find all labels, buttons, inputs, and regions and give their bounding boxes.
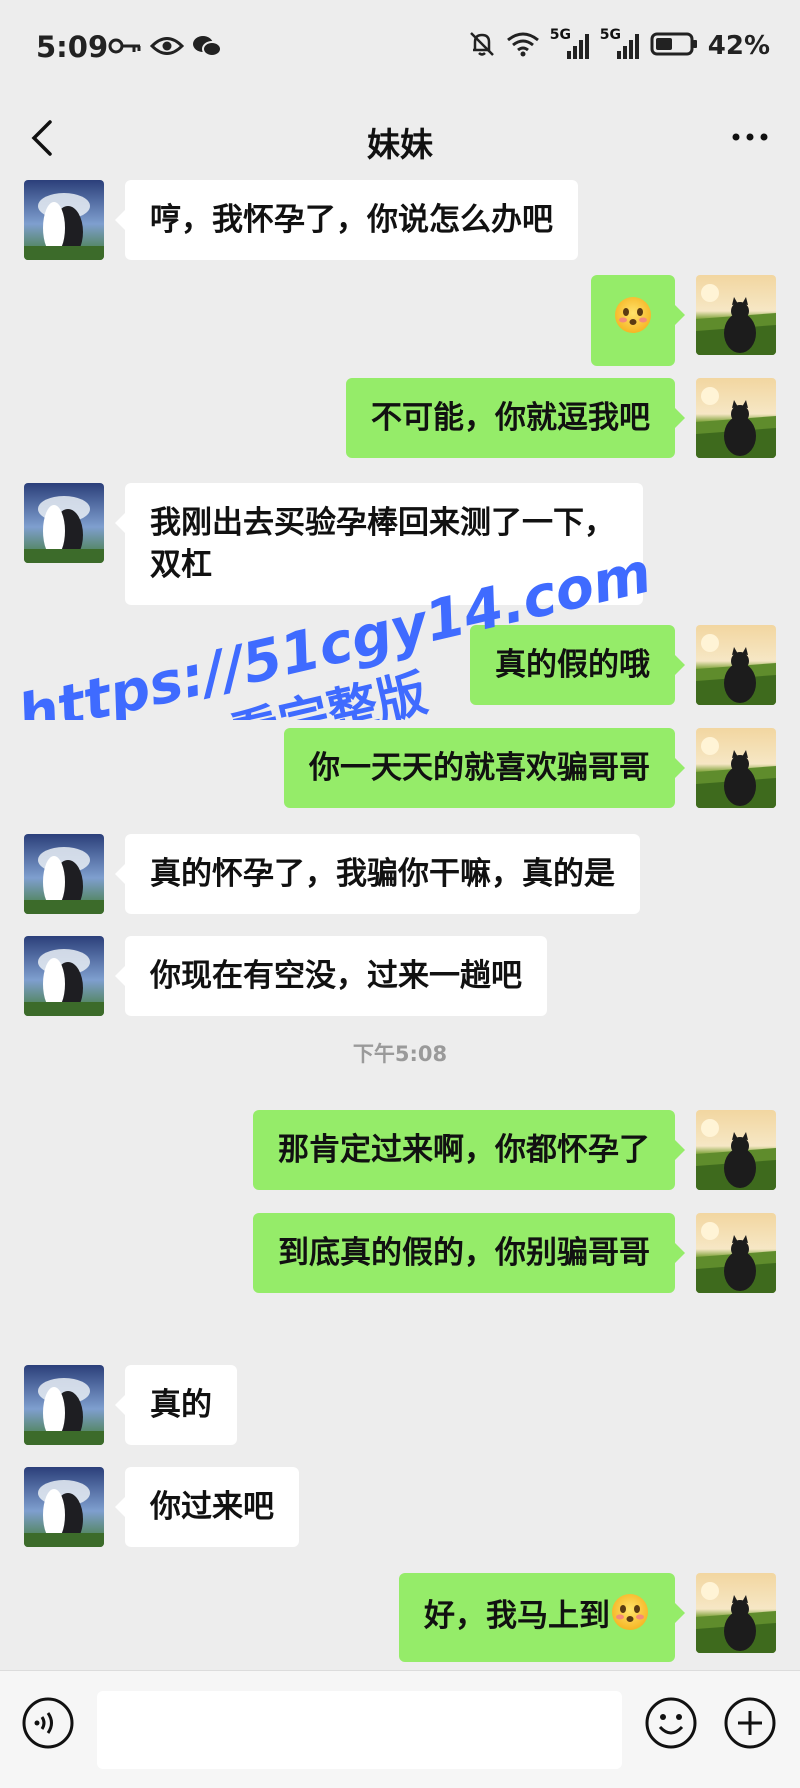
contact-avatar[interactable] <box>24 1365 104 1445</box>
chat-title: 妹妹 <box>367 125 433 164</box>
my-avatar[interactable] <box>696 728 776 808</box>
signal-icon: 5G <box>550 27 590 61</box>
message-text: 你过来吧 <box>150 1489 274 1525</box>
incoming-message-bubble[interactable]: 你过来吧 <box>115 1467 299 1547</box>
input-bar <box>0 1670 800 1788</box>
blush-emoji-icon <box>613 295 653 346</box>
my-avatar[interactable] <box>696 1573 776 1653</box>
emoji-icon[interactable] <box>643 1695 699 1755</box>
incoming-message-bubble[interactable]: 真的 <box>115 1365 237 1445</box>
outgoing-message-bubble[interactable]: 好，我马上到 <box>399 1573 685 1662</box>
outgoing-message-bubble[interactable]: 不可能，你就逗我吧 <box>346 378 685 458</box>
key-icon <box>108 36 142 60</box>
incoming-message-bubble[interactable]: 你现在有空没，过来一趟吧 <box>115 936 547 1016</box>
chat-messages[interactable]: 哼，我怀孕了，你说怎么办吧不可能，你就逗我吧我刚出去买验孕棒回来测了一下， 双杠真… <box>0 180 800 1670</box>
chat-header: 妹妹 <box>0 100 800 180</box>
my-avatar[interactable] <box>696 625 776 705</box>
blush-emoji-icon <box>610 1592 650 1643</box>
incoming-message-bubble[interactable]: 我刚出去买验孕棒回来测了一下， 双杠 <box>115 483 643 605</box>
contact-avatar[interactable] <box>24 834 104 914</box>
outgoing-message-bubble[interactable]: 那肯定过来啊，你都怀孕了 <box>253 1110 685 1190</box>
outgoing-message-bubble[interactable] <box>591 275 685 366</box>
status-bar: 5:09 5G 5G 42% <box>0 0 800 100</box>
message-text: 双杠 <box>150 547 212 583</box>
contact-avatar[interactable] <box>24 1467 104 1547</box>
message-text: 哼，我怀孕了，你说怎么办吧 <box>150 202 553 238</box>
mute-icon <box>468 30 496 62</box>
message-text: 好，我马上到 <box>424 1598 610 1634</box>
contact-avatar[interactable] <box>24 483 104 563</box>
incoming-message-bubble[interactable]: 真的怀孕了，我骗你干嘛，真的是 <box>115 834 640 914</box>
my-avatar[interactable] <box>696 275 776 355</box>
voice-icon[interactable] <box>20 1695 76 1755</box>
outgoing-message-bubble[interactable]: 你一天天的就喜欢骗哥哥 <box>284 728 685 808</box>
message-timestamp: 下午5:08 <box>352 1042 448 1066</box>
my-avatar[interactable] <box>696 1213 776 1293</box>
outgoing-message-bubble[interactable]: 真的假的哦 <box>470 625 685 705</box>
wechat-icon <box>192 34 222 62</box>
message-text: 不可能，你就逗我吧 <box>371 400 650 436</box>
message-text: 真的怀孕了，我骗你干嘛，真的是 <box>150 856 615 892</box>
more-options-icon[interactable] <box>730 122 770 156</box>
contact-avatar[interactable] <box>24 180 104 260</box>
battery-percent: 42% <box>707 31 770 61</box>
plus-icon[interactable] <box>722 1695 778 1755</box>
message-text: 真的假的哦 <box>495 647 650 683</box>
message-text: 真的 <box>150 1387 212 1423</box>
battery-icon <box>650 31 698 61</box>
status-time: 5:09 <box>36 30 109 64</box>
incoming-message-bubble[interactable]: 哼，我怀孕了，你说怎么办吧 <box>115 180 578 260</box>
outgoing-message-bubble[interactable]: 到底真的假的，你别骗哥哥 <box>253 1213 685 1293</box>
message-input[interactable] <box>97 1691 622 1769</box>
my-avatar[interactable] <box>696 1110 776 1190</box>
contact-avatar[interactable] <box>24 936 104 1016</box>
message-text: 到底真的假的，你别骗哥哥 <box>278 1235 650 1271</box>
eye-icon <box>149 35 185 61</box>
message-text: 你一天天的就喜欢骗哥哥 <box>309 750 650 786</box>
message-text: 那肯定过来啊，你都怀孕了 <box>278 1132 650 1168</box>
my-avatar[interactable] <box>696 378 776 458</box>
signal-icon: 5G <box>600 27 640 61</box>
message-text: 你现在有空没，过来一趟吧 <box>150 958 522 994</box>
message-text: 我刚出去买验孕棒回来测了一下， <box>150 505 615 541</box>
wifi-icon <box>506 31 540 61</box>
